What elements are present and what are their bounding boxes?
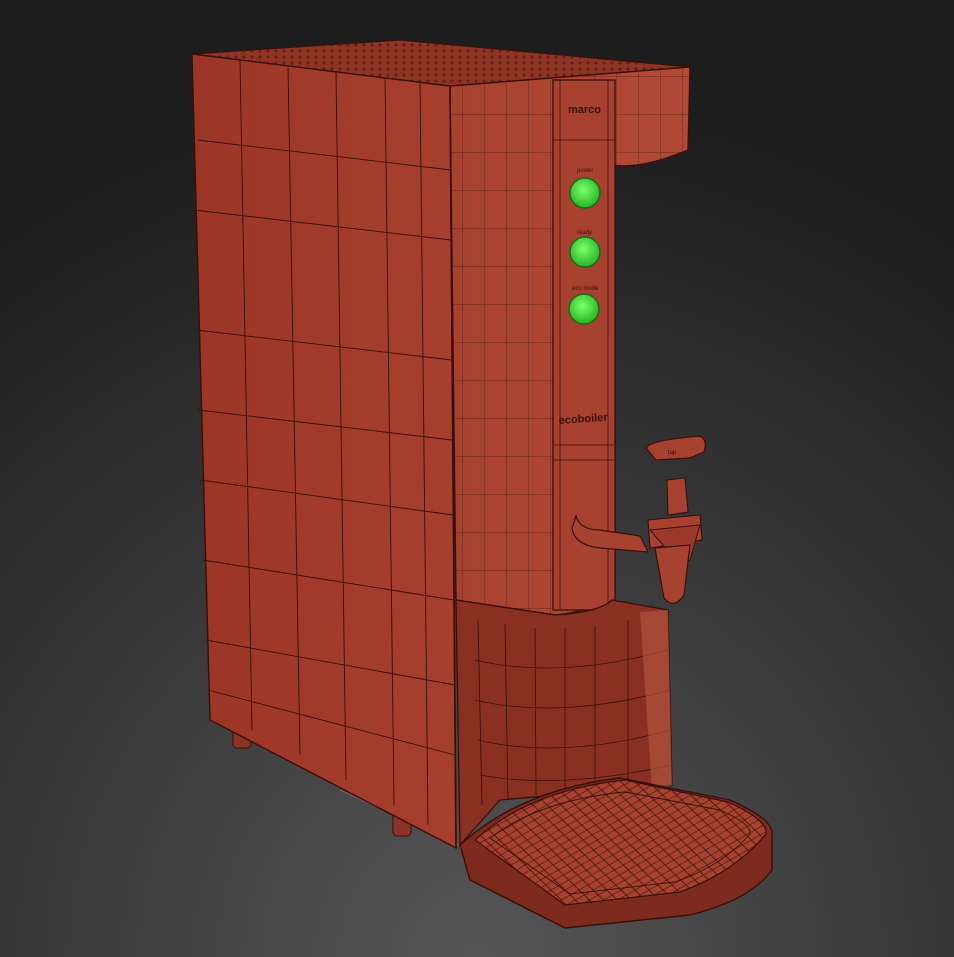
eco-mode-button[interactable]: eco mode [568, 286, 600, 325]
power-button-icon [569, 177, 601, 209]
wireframe-render: marco ecoboiler power ready eco mode tap [0, 0, 954, 957]
ready-button-label: ready [577, 230, 592, 236]
boiler-side-panel [191, 53, 457, 850]
eco-mode-button-icon [568, 293, 600, 325]
tap-label: tap [668, 450, 677, 456]
eco-mode-button-label: eco mode [572, 286, 599, 292]
ready-button-icon [569, 236, 601, 268]
brand-label: marco [568, 104, 601, 116]
power-button-label: power [577, 168, 593, 174]
3d-viewport[interactable]: marco ecoboiler power ready eco mode tap [0, 0, 954, 957]
